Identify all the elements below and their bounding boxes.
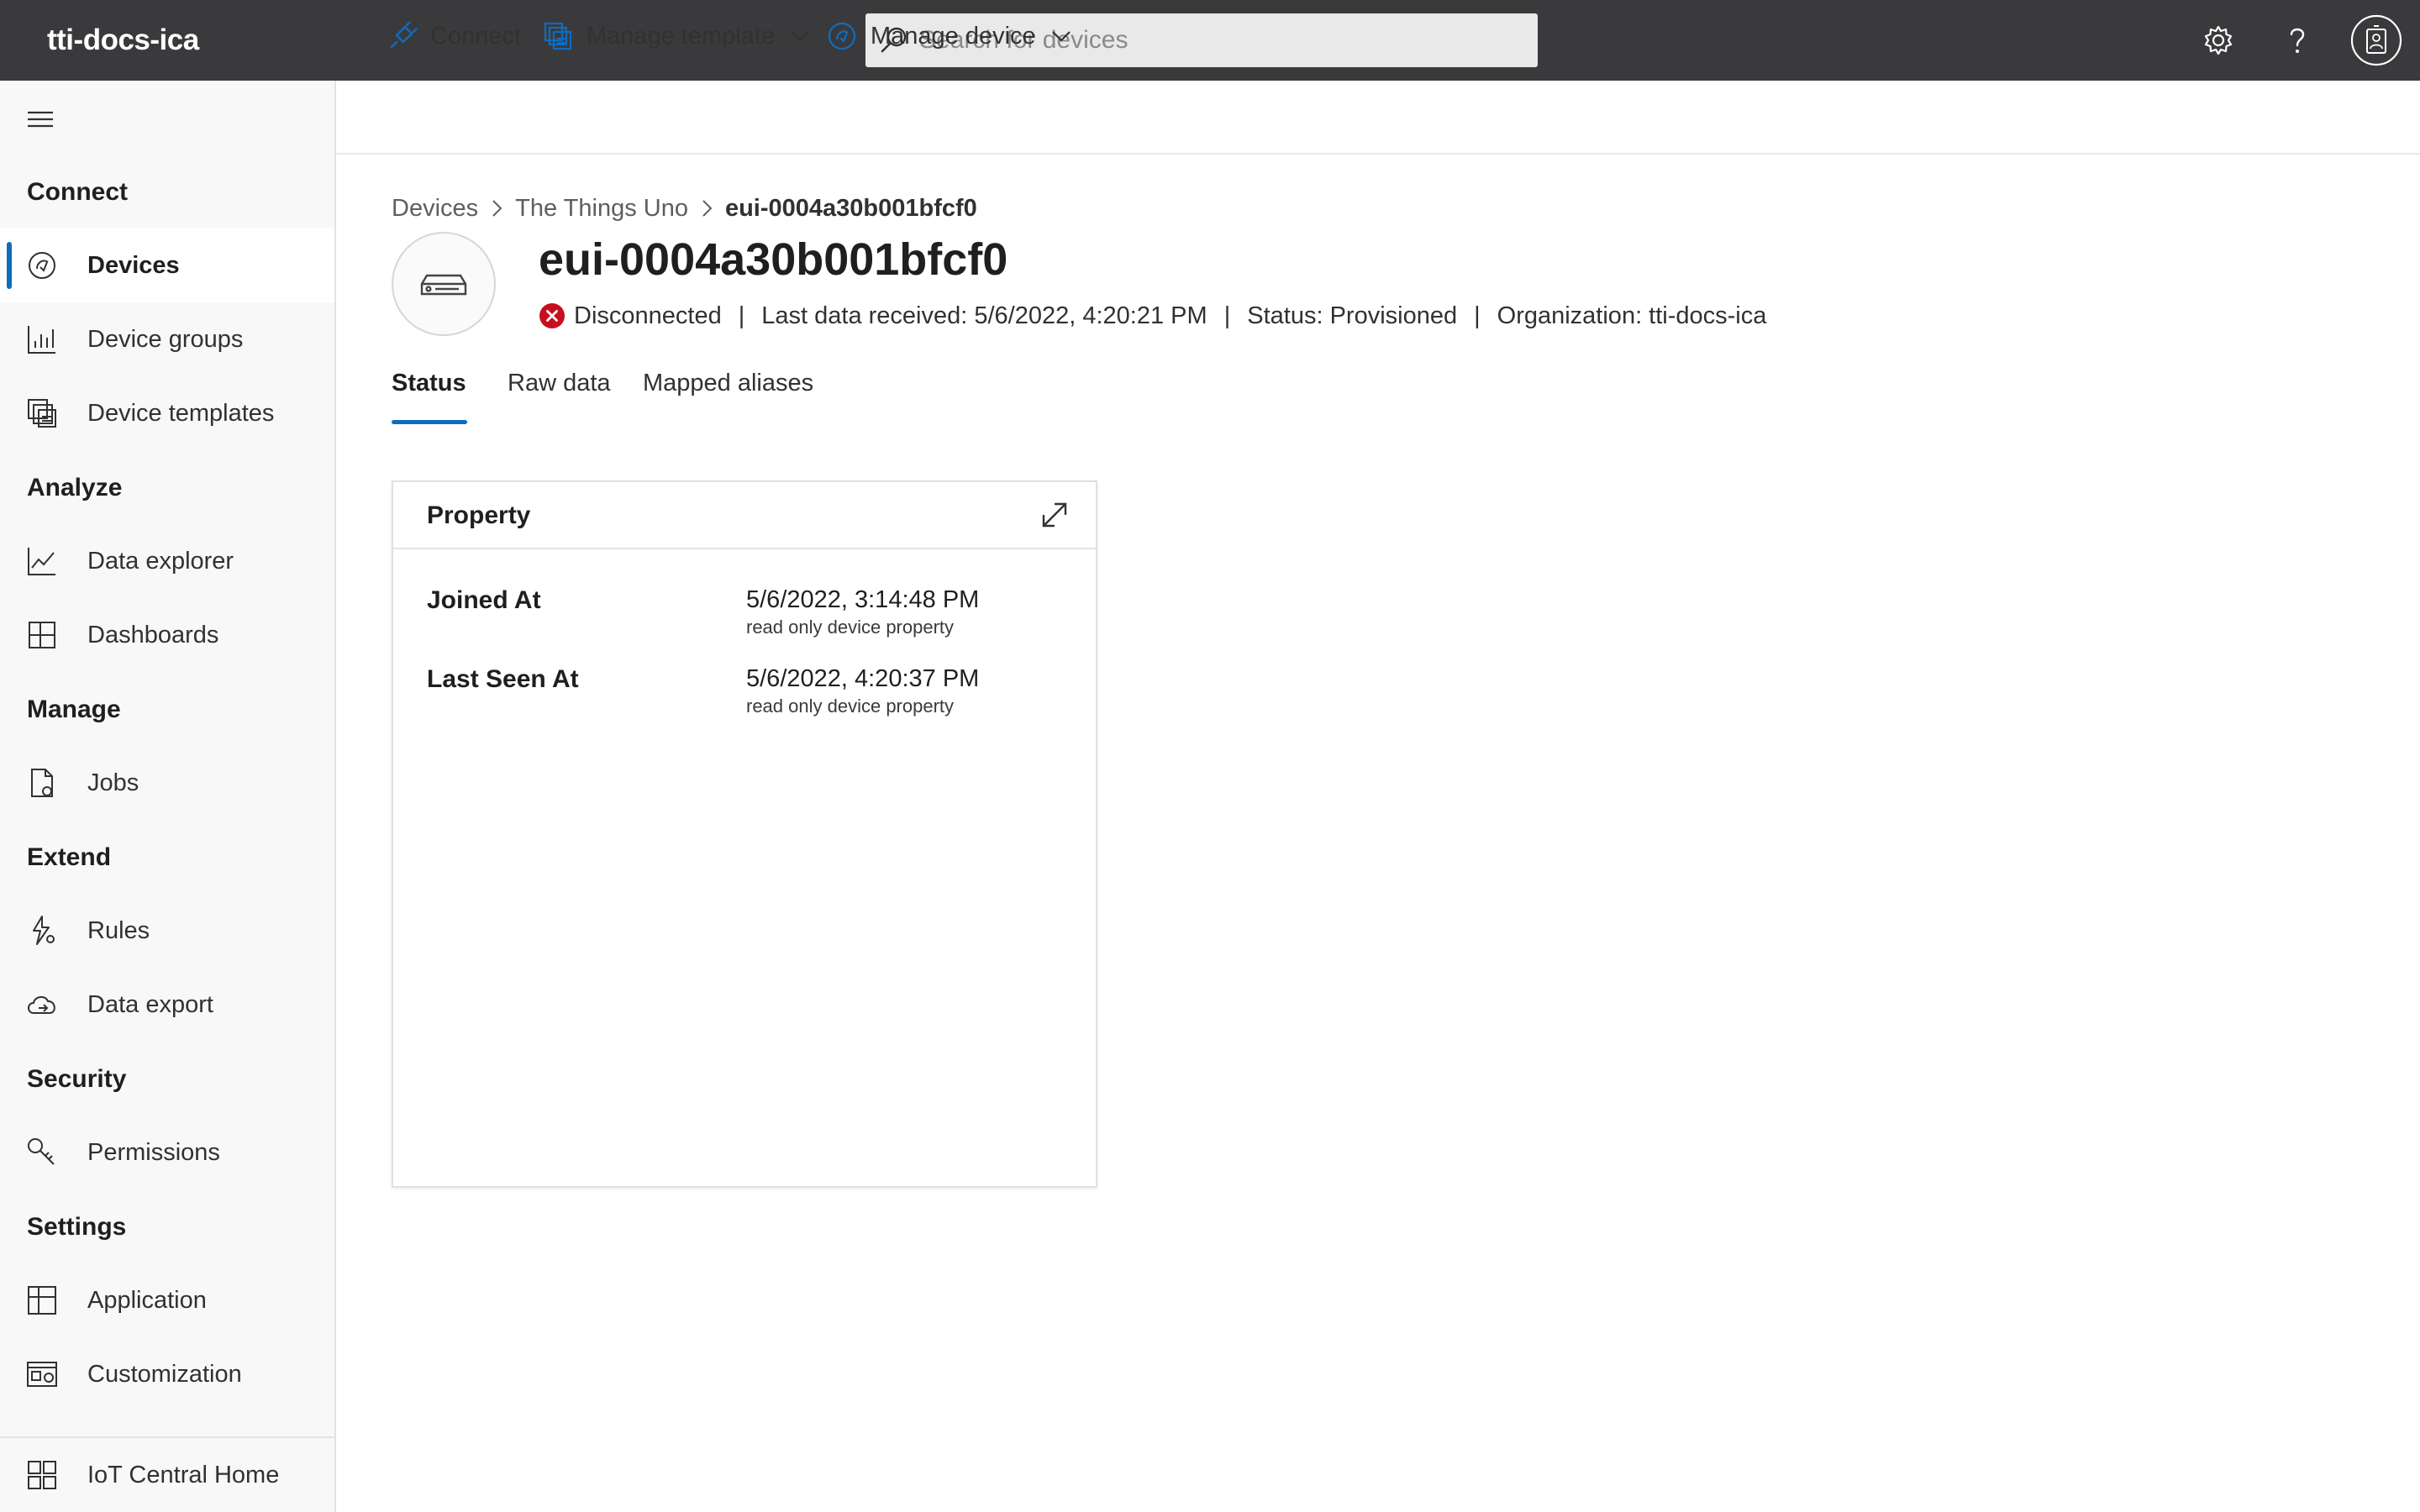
manage-template-button[interactable]: Manage template <box>543 0 810 72</box>
sidebar-item-label: Rules <box>87 917 150 944</box>
hamburger-menu-button[interactable] <box>25 104 55 134</box>
sidebar-item-device-groups[interactable]: Device groups <box>0 302 334 376</box>
sidebar-item-dashboards[interactable]: Dashboards <box>0 598 334 672</box>
help-icon <box>2281 24 2314 57</box>
breadcrumb-current: eui-0004a30b001bfcf0 <box>724 194 977 222</box>
sidebar-item-permissions[interactable]: Permissions <box>0 1116 334 1189</box>
sidebar-item-label: Permissions <box>87 1139 220 1166</box>
sidebar-item-label: Application <box>87 1287 207 1314</box>
sidebar-item-label: Data export <box>87 991 213 1018</box>
property-card: Property Joined At 5/6/2022, 3:14:48 PM … <box>392 480 1097 1188</box>
nav-section-manage: Manage <box>27 696 121 723</box>
key-icon <box>25 1136 59 1169</box>
breadcrumb-link-template[interactable]: The Things Uno <box>515 195 688 223</box>
jobs-icon <box>25 766 59 800</box>
page-title: eui-0004a30b001bfcf0 <box>539 234 1008 285</box>
template-icon <box>543 21 573 51</box>
device-templates-icon <box>25 396 59 430</box>
card-header: Property <box>393 482 1096 549</box>
chevron-down-icon <box>790 26 810 46</box>
app-title[interactable]: tti-docs-ica <box>47 0 199 81</box>
nav-section-security: Security <box>27 1065 127 1093</box>
iot-central-home-icon <box>25 1458 59 1492</box>
sidebar-item-data-export[interactable]: Data export <box>0 968 334 1042</box>
tab-raw-data[interactable]: Raw data <box>508 370 611 423</box>
settings-button[interactable] <box>2195 17 2242 64</box>
nav-section-connect: Connect <box>27 178 128 206</box>
tab-mapped-aliases[interactable]: Mapped aliases <box>643 370 813 423</box>
sidebar-item-rules[interactable]: Rules <box>0 894 334 968</box>
sidebar-item-label: Customization <box>87 1361 242 1388</box>
dashboards-icon <box>25 618 59 652</box>
nav-section-analyze: Analyze <box>27 474 123 501</box>
separator: | <box>1223 302 1231 329</box>
sidebar-item-label: Device templates <box>87 400 275 427</box>
connect-label: Connect <box>430 22 522 50</box>
sidebar-item-devices[interactable]: Devices <box>0 228 334 302</box>
chevron-down-icon <box>1051 26 1071 46</box>
device-avatar <box>392 232 496 336</box>
nav-section-extend: Extend <box>27 843 112 871</box>
expand-icon <box>1040 501 1069 529</box>
sidebar-item-label: Device groups <box>87 326 244 353</box>
device-icon <box>827 21 857 51</box>
manage-template-label: Manage template <box>587 22 776 50</box>
sidebar-item-device-templates[interactable]: Device templates <box>0 376 334 450</box>
customization-icon <box>25 1357 59 1391</box>
manage-device-label: Manage device <box>871 22 1036 50</box>
plug-icon <box>388 22 417 50</box>
breadcrumb: Devices The Things Uno eui-0004a30b001bf… <box>392 192 977 225</box>
card-title: Property <box>427 501 531 529</box>
breadcrumb-link-devices[interactable]: Devices <box>392 195 478 223</box>
command-bar <box>336 81 2420 155</box>
nav-section-settings: Settings <box>27 1213 127 1241</box>
device-groups-icon <box>25 323 59 356</box>
data-export-icon <box>25 988 59 1021</box>
sidebar-item-label: Jobs <box>87 769 139 796</box>
data-explorer-icon <box>25 544 59 578</box>
connection-status: Disconnected <box>574 302 722 329</box>
sidebar-item-application[interactable]: Application <box>0 1263 334 1337</box>
gear-icon <box>2202 24 2235 57</box>
sidebar-item-label: IoT Central Home <box>87 1462 280 1488</box>
expand-button[interactable] <box>1040 501 1069 529</box>
last-data-received: Last data received: 5/6/2022, 4:20:21 PM <box>761 302 1207 329</box>
help-button[interactable] <box>2274 17 2321 64</box>
separator: | <box>1474 302 1481 329</box>
property-value: 5/6/2022, 3:14:48 PM <box>746 586 980 613</box>
property-label: Last Seen At <box>427 665 579 693</box>
error-circle-icon <box>539 302 566 329</box>
chevron-right-icon <box>490 198 503 218</box>
user-badge-icon <box>2350 14 2402 66</box>
sidebar-item-iot-central-home[interactable]: IoT Central Home <box>0 1438 334 1512</box>
active-tab-indicator <box>392 420 467 424</box>
sidebar-item-data-explorer[interactable]: Data explorer <box>0 524 334 598</box>
application-icon <box>25 1284 59 1317</box>
chevron-right-icon <box>700 198 713 218</box>
sidebar-item-jobs[interactable]: Jobs <box>0 746 334 820</box>
account-button[interactable] <box>2350 14 2402 66</box>
sidebar-item-customization[interactable]: Customization <box>0 1337 334 1411</box>
organization: Organization: tti-docs-ica <box>1497 302 1767 329</box>
provisioning-status: Status: Provisioned <box>1247 302 1458 329</box>
connect-button[interactable]: Connect <box>388 0 521 72</box>
sidebar-item-label: Dashboards <box>87 622 219 648</box>
sidebar-item-label: Devices <box>87 252 180 279</box>
devices-icon <box>25 249 59 282</box>
separator: | <box>738 302 745 329</box>
tab-status[interactable]: Status <box>392 370 466 423</box>
gateway-icon <box>418 267 469 301</box>
property-label: Joined At <box>427 586 541 614</box>
manage-device-button[interactable]: Manage device <box>827 0 1071 72</box>
hamburger-icon <box>25 104 55 134</box>
sidebar-item-label: Data explorer <box>87 548 234 575</box>
rules-icon <box>25 914 59 948</box>
property-note: read only device property <box>746 696 955 717</box>
property-note: read only device property <box>746 617 955 638</box>
property-value: 5/6/2022, 4:20:37 PM <box>746 665 980 692</box>
device-status-line: Disconnected | Last data received: 5/6/2… <box>539 299 1766 333</box>
